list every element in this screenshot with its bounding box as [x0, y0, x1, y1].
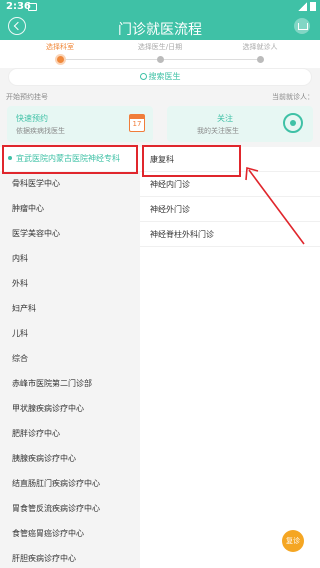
hospital-item-selected[interactable]: 宜武医院内蒙古医院神经专科 — [0, 147, 140, 171]
search-icon — [139, 73, 147, 80]
hospital-item[interactable]: 儿科 — [0, 321, 140, 346]
step-select-patient: 选择就诊人 — [210, 42, 310, 63]
hospital-item[interactable]: 肝胆疾病诊疗中心 — [0, 546, 140, 568]
search-doctor-button[interactable]: 搜索医生 — [8, 68, 312, 86]
hospital-item[interactable]: 赤峰市医院第二门诊部 — [0, 371, 140, 396]
hospital-item[interactable]: 内科 — [0, 246, 140, 271]
hospital-item[interactable]: 结直肠肛门疾病诊疗中心 — [0, 471, 140, 496]
clinic-item[interactable]: 康复科 — [140, 147, 320, 172]
hospital-item-label: 宜武医院内蒙古医院神经专科 — [16, 154, 120, 163]
notification-icon — [28, 3, 37, 11]
section-labels: 开始预约挂号 当前就诊人： — [0, 92, 320, 104]
quick-booking-card[interactable]: 快速预约 依据疾病找医生 17 — [7, 106, 153, 142]
hospital-item[interactable]: 妇产科 — [0, 296, 140, 321]
quick-booking-title: 快速预约 — [16, 114, 48, 123]
home-icon[interactable] — [294, 18, 310, 34]
hospital-item[interactable]: 甲状腺疾病诊疗中心 — [0, 396, 140, 421]
hospital-list: 宜武医院内蒙古医院神经专科 骨科医学中心 肿瘤中心 医学美容中心 内科 外科 妇… — [0, 147, 140, 568]
hospital-item[interactable]: 胃食管反流疾病诊疗中心 — [0, 496, 140, 521]
page-title: 门诊就医流程 — [118, 22, 202, 38]
step-select-doctor-date: 选择医生/日期 — [110, 42, 210, 63]
follow-card[interactable]: 关注 我的关注医生 — [167, 106, 313, 142]
step-dot — [56, 56, 64, 63]
follow-subtitle: 我的关注医生 — [197, 127, 239, 135]
hospital-item[interactable]: 胰腺疾病诊疗中心 — [0, 446, 140, 471]
hospital-item[interactable]: 肥胖诊疗中心 — [0, 421, 140, 446]
booking-section-label: 开始预约挂号 — [6, 93, 48, 101]
target-icon — [283, 113, 303, 133]
step-dot — [256, 56, 264, 63]
current-patient-label[interactable]: 当前就诊人： — [272, 92, 314, 102]
hospital-item[interactable]: 医学美容中心 — [0, 221, 140, 246]
step-label: 选择就诊人 — [242, 43, 278, 51]
app-header: 门诊就医流程 — [0, 14, 320, 40]
step-select-department: 选择科室 — [10, 42, 110, 63]
clinic-item[interactable]: 神经外门诊 — [140, 197, 320, 222]
clinic-list: 康复科 神经内门诊 神经外门诊 神经脊柱外科门诊 — [140, 147, 320, 568]
search-label: 搜索医生 — [148, 72, 181, 81]
step-progress: 选择科室 选择医生/日期 选择就诊人 — [0, 40, 320, 68]
clinic-item[interactable]: 神经脊柱外科门诊 — [140, 222, 320, 247]
step-label: 选择科室 — [46, 43, 74, 51]
status-icons — [298, 2, 316, 11]
revisit-fab-button[interactable]: 复诊 — [282, 530, 304, 552]
hospital-item[interactable]: 综合 — [0, 346, 140, 371]
battery-icon — [310, 2, 316, 11]
status-bar: 2:36 — [0, 0, 320, 14]
hospital-item[interactable]: 外科 — [0, 271, 140, 296]
step-dot — [156, 56, 164, 63]
quick-booking-subtitle: 依据疾病找医生 — [16, 127, 65, 135]
signal-icon — [298, 2, 307, 11]
clinic-item[interactable]: 神经内门诊 — [140, 172, 320, 197]
step-label: 选择医生/日期 — [137, 43, 183, 51]
calendar-day: 17 — [132, 120, 142, 128]
calendar-icon: 17 — [129, 114, 145, 132]
hospital-item[interactable]: 肿瘤中心 — [0, 196, 140, 221]
department-picker: 宜武医院内蒙古医院神经专科 骨科医学中心 肿瘤中心 医学美容中心 内科 外科 妇… — [0, 147, 320, 568]
hospital-item[interactable]: 食管癌胃癌诊疗中心 — [0, 521, 140, 546]
follow-title: 关注 — [217, 114, 233, 123]
selected-dot-icon — [8, 156, 12, 160]
hospital-item[interactable]: 骨科医学中心 — [0, 171, 140, 196]
